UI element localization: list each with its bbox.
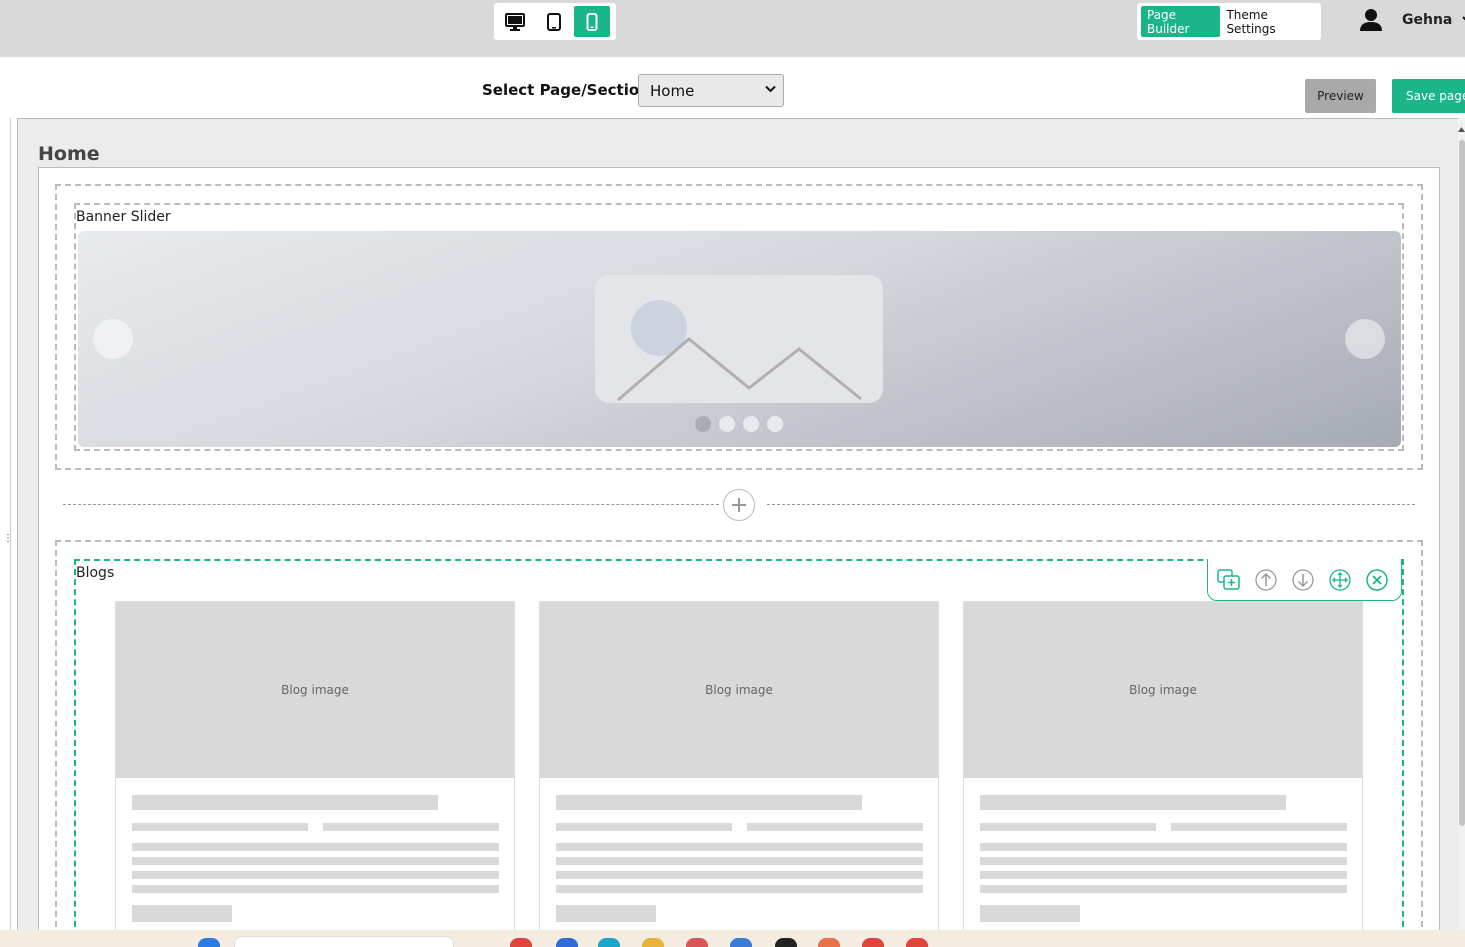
slider-prev-button[interactable] xyxy=(93,319,133,359)
drag-section-button[interactable] xyxy=(1327,567,1353,593)
app-icon[interactable] xyxy=(510,938,532,947)
page-section-select[interactable]: Home xyxy=(638,74,784,107)
desktop-view-button[interactable] xyxy=(497,6,533,37)
blogs-section-label: Blogs xyxy=(76,565,115,581)
select-page-label: Select Page/Section: xyxy=(482,81,656,99)
blog-meta-placeholder xyxy=(1171,823,1347,831)
blog-text-placeholder xyxy=(980,871,1347,879)
slider-next-button[interactable] xyxy=(1345,319,1385,359)
app-icon[interactable] xyxy=(862,938,884,947)
move-section-up-button[interactable] xyxy=(1253,567,1279,593)
plus-icon xyxy=(732,498,746,512)
taskbar-search[interactable] xyxy=(234,936,454,947)
app-icon[interactable] xyxy=(556,938,578,947)
blog-card[interactable]: Blog image xyxy=(539,601,939,947)
app-icon[interactable] xyxy=(598,938,620,947)
blog-image-placeholder: Blog image xyxy=(116,602,514,778)
page-builder-button[interactable]: Page Builder xyxy=(1141,6,1221,37)
mobile-icon xyxy=(586,12,598,31)
add-section-divider-left xyxy=(63,504,719,505)
blog-title-placeholder xyxy=(132,795,438,810)
blog-meta-placeholder xyxy=(132,823,308,831)
duplicate-icon xyxy=(1217,568,1240,590)
duplicate-section-button[interactable] xyxy=(1216,567,1242,593)
blog-text-placeholder xyxy=(132,871,499,879)
section-toolbar xyxy=(1207,559,1402,601)
chevron-down-icon xyxy=(765,85,776,93)
blog-text-placeholder xyxy=(556,871,923,879)
blog-text-placeholder xyxy=(556,843,923,851)
blog-text-placeholder xyxy=(556,885,923,893)
blog-image-placeholder: Blog image xyxy=(964,602,1362,778)
blog-meta-placeholder xyxy=(323,823,499,831)
blog-text-placeholder xyxy=(132,885,499,893)
blog-meta-placeholder xyxy=(556,823,732,831)
page-title: Home xyxy=(38,143,100,165)
move-up-icon xyxy=(1255,568,1277,591)
blog-text-placeholder xyxy=(556,857,923,865)
blog-button-placeholder xyxy=(132,905,232,922)
add-section-button[interactable] xyxy=(723,489,755,521)
app-icon[interactable] xyxy=(686,938,708,947)
add-section-divider-right xyxy=(767,504,1415,505)
canvas-scroll-thumb[interactable] xyxy=(1459,140,1465,826)
remove-section-button[interactable] xyxy=(1364,567,1390,593)
page-select-value: Home xyxy=(650,81,695,100)
blog-text-placeholder xyxy=(132,857,499,865)
mode-switcher: Page Builder Theme Settings xyxy=(1137,3,1321,40)
slider-pager-dot-4[interactable] xyxy=(767,416,783,432)
image-placeholder-icon xyxy=(595,275,883,403)
calendar-icon[interactable] xyxy=(730,938,752,947)
theme-settings-button[interactable]: Theme Settings xyxy=(1220,6,1317,37)
device-switcher xyxy=(494,3,616,40)
start-icon[interactable] xyxy=(198,938,220,947)
blog-text-placeholder xyxy=(980,843,1347,851)
blog-card[interactable]: Blog image xyxy=(963,601,1363,947)
tablet-view-button[interactable] xyxy=(536,6,572,37)
user-name: Gehna xyxy=(1402,12,1453,28)
blog-image-placeholder: Blog image xyxy=(540,602,938,778)
blog-meta-placeholder xyxy=(747,823,923,831)
slider-pager-dot-3[interactable] xyxy=(743,416,759,432)
app-icon[interactable] xyxy=(906,938,928,947)
blog-card[interactable]: Blog image xyxy=(115,601,515,947)
slider-pager-dot-1[interactable] xyxy=(695,416,711,432)
app-icon[interactable] xyxy=(818,938,840,947)
preview-button[interactable]: Preview xyxy=(1305,79,1376,113)
banner-section-label: Banner Slider xyxy=(76,209,171,225)
app-icon[interactable] xyxy=(775,938,797,947)
blog-text-placeholder xyxy=(980,885,1347,893)
blog-title-placeholder xyxy=(556,795,862,810)
mobile-view-button[interactable] xyxy=(574,6,611,37)
slider-pager-dot-2[interactable] xyxy=(719,416,735,432)
user-icon xyxy=(1360,9,1382,31)
blog-text-placeholder xyxy=(132,843,499,851)
move-section-down-button[interactable] xyxy=(1290,567,1316,593)
move-icon xyxy=(1329,568,1351,591)
blog-button-placeholder xyxy=(556,905,656,922)
blog-meta-placeholder xyxy=(980,823,1156,831)
user-menu[interactable]: Gehna xyxy=(1358,6,1465,34)
tablet-icon xyxy=(546,12,561,31)
blog-button-placeholder xyxy=(980,905,1080,922)
move-down-icon xyxy=(1292,568,1314,591)
save-page-button[interactable]: Save page xyxy=(1392,79,1465,113)
blog-text-placeholder xyxy=(980,857,1347,865)
folder-icon[interactable] xyxy=(642,938,664,947)
desktop-icon xyxy=(504,12,525,31)
blog-title-placeholder xyxy=(980,795,1286,810)
scroll-up-icon[interactable] xyxy=(1458,126,1465,132)
close-icon xyxy=(1366,568,1388,591)
